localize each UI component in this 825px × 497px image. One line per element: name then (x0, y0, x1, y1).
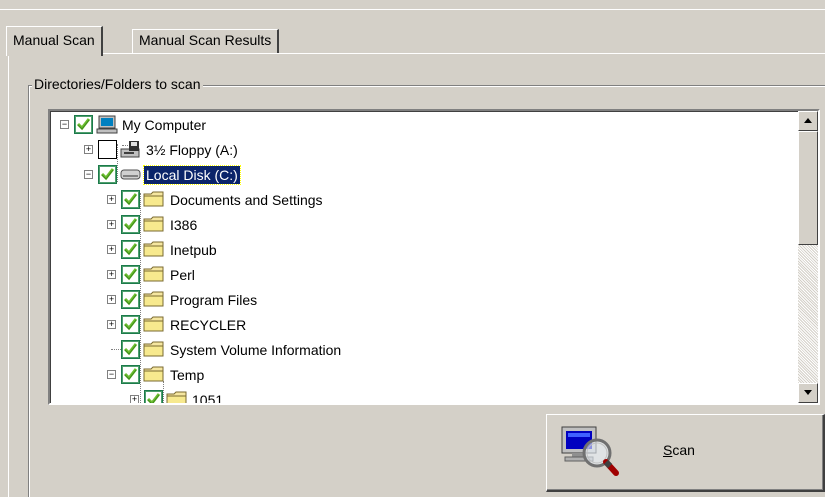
window-top-edge (0, 9, 825, 10)
tab-manual-scan-results[interactable]: Manual Scan Results (132, 29, 280, 54)
tab-manual-scan[interactable]: Manual Scan (6, 26, 103, 56)
group-box-label: Directories/Folders to scan (32, 75, 203, 93)
tab-page-manual-scan (8, 53, 825, 497)
